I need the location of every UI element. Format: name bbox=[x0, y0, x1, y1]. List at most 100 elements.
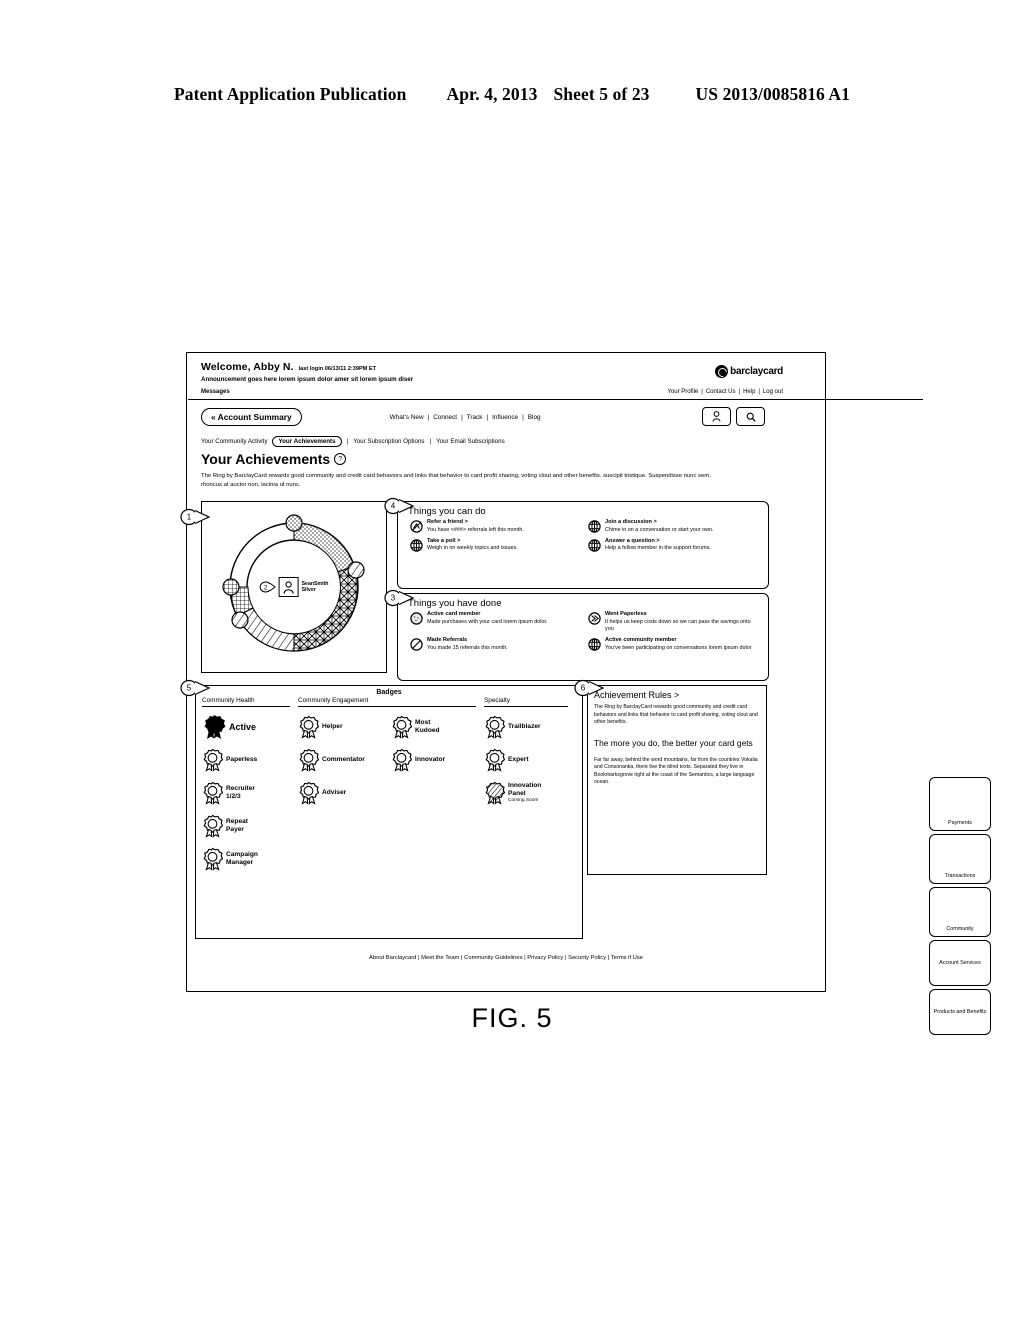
list-item[interactable]: Take a poll > Weigh in on weekly topics … bbox=[410, 538, 582, 553]
column-header: Community Health bbox=[202, 697, 290, 707]
account-summary-button[interactable]: « Account Summary bbox=[201, 408, 302, 426]
badge-item[interactable]: Paperless bbox=[202, 747, 298, 773]
list-item[interactable]: Made Referrals You made 15 referrals thi… bbox=[410, 637, 582, 652]
list-item[interactable]: Went Paperless It helps us keep costs do… bbox=[588, 611, 760, 633]
engagement-col-a: Helper Commentator Adviser bbox=[298, 707, 391, 806]
achievement-ring[interactable]: 2 SeanSmith Silver bbox=[208, 508, 380, 666]
sep: | bbox=[738, 389, 741, 395]
footer-link-community-guidelines[interactable]: Community Guidelines bbox=[464, 955, 522, 961]
list-item[interactable]: Active card member Made purchases with y… bbox=[410, 611, 582, 633]
link-your-profile[interactable]: Your Profile bbox=[667, 389, 698, 395]
sidebar-item-label: Payments bbox=[948, 819, 972, 826]
column-header: Community Engagement bbox=[298, 697, 476, 707]
sep: | bbox=[429, 438, 432, 445]
nav-blog[interactable]: Blog bbox=[528, 414, 541, 421]
list-item-text: Went Paperless It helps us keep costs do… bbox=[605, 611, 760, 633]
achievement-rules-subhead: The more you do, the better your card ge… bbox=[594, 737, 753, 748]
footer-link-privacy-policy[interactable]: Privacy Policy bbox=[527, 955, 563, 961]
footer-link-security-policy[interactable]: Security Policy bbox=[568, 955, 606, 961]
badge-item[interactable]: Trailblazer bbox=[484, 714, 576, 740]
messages-link[interactable]: Messages bbox=[201, 389, 230, 395]
barclaycard-logo: barclaycard bbox=[715, 365, 783, 378]
ribbon-icon bbox=[203, 781, 223, 805]
list-item-text: Active card member Made purchases with y… bbox=[427, 611, 547, 633]
last-login-text: last login 06/13/11 2:39PM ET bbox=[298, 366, 377, 372]
badge-item[interactable]: Repeat Payer bbox=[202, 813, 298, 839]
subnav-your-subscription-options[interactable]: Your Subscription Options bbox=[353, 438, 424, 445]
badge-label: Innovation Panel Coming Soon! bbox=[508, 782, 541, 804]
things-you-can-do-list: Refer a friend > You have <###> referral… bbox=[398, 519, 768, 553]
list-item[interactable]: Answer a question > Help a fellow member… bbox=[588, 538, 760, 553]
ribbon-icon bbox=[203, 748, 223, 772]
ribbon-icon bbox=[299, 715, 319, 739]
link-log-out[interactable]: Log out bbox=[763, 389, 783, 395]
link-contact-us[interactable]: Contact Us bbox=[706, 389, 736, 395]
profile-icon-button[interactable] bbox=[702, 407, 731, 426]
badge-label: Commentator bbox=[322, 756, 365, 764]
list-item-text: Take a poll > Weigh in on weekly topics … bbox=[427, 538, 518, 553]
list-item-text: Refer a friend > You have <###> referral… bbox=[427, 519, 524, 534]
badge-item[interactable]: Active bbox=[202, 714, 298, 740]
item-title: Answer a question > bbox=[605, 537, 660, 544]
nav-connect[interactable]: Connect bbox=[433, 414, 457, 421]
chevron-circle-icon bbox=[588, 612, 601, 625]
sep: | bbox=[522, 413, 524, 421]
announcement-text: Announcement goes here lorem ipsum dolor… bbox=[201, 376, 414, 383]
page-title-text: Your Achievements bbox=[201, 451, 331, 467]
item-title: Refer a friend > bbox=[427, 519, 468, 525]
badge-item[interactable]: Recruiter 1/2/3 bbox=[202, 780, 298, 806]
question-mark-icon[interactable]: ? bbox=[334, 453, 347, 465]
list-item[interactable]: Refer a friend > You have <###> referral… bbox=[410, 519, 582, 534]
list-item[interactable]: Join a discussion > Chime in on a conver… bbox=[588, 519, 760, 534]
subnav-your-community-activity[interactable]: Your Community Activity bbox=[201, 438, 267, 445]
footer-link-about[interactable]: About Barclaycard bbox=[369, 955, 416, 961]
things-you-can-do-panel: Things you can do Refer a friend > You h… bbox=[397, 501, 769, 589]
badge-item[interactable]: Expert bbox=[484, 747, 576, 773]
footer-link-terms-of-use[interactable]: Terms if Use bbox=[611, 955, 643, 961]
sidebar-item-payments[interactable]: Payments bbox=[929, 777, 991, 831]
list-item[interactable]: Active community member You've been part… bbox=[588, 637, 760, 652]
badge-item[interactable]: Commentator bbox=[298, 747, 391, 773]
link-help[interactable]: Help bbox=[743, 389, 755, 395]
search-icon-button[interactable] bbox=[736, 407, 765, 426]
ribbon-icon bbox=[203, 814, 223, 838]
ring-member-name: SeanSmith bbox=[301, 580, 329, 587]
sidebar-item-account-services[interactable]: Account Services bbox=[929, 940, 991, 986]
sidebar-item-transactions[interactable]: Transactions bbox=[929, 834, 991, 884]
badge-label: Campaign Manager bbox=[226, 851, 258, 867]
brand-wordmark: barclaycard bbox=[730, 366, 783, 377]
badge-item[interactable]: Helper bbox=[298, 714, 391, 740]
list-item-text: Made Referrals You made 15 referrals thi… bbox=[427, 637, 508, 652]
badge-item[interactable]: Innovation Panel Coming Soon! bbox=[484, 780, 576, 806]
nav-track[interactable]: Track bbox=[467, 414, 483, 421]
patent-publication-number: US 2013/0085816 A1 bbox=[695, 84, 850, 104]
nav-influence[interactable]: Influence bbox=[492, 414, 518, 421]
footer-link-meet-the-team[interactable]: Meet the Team bbox=[421, 955, 459, 961]
welcome-greeting: Welcome, Abby N. bbox=[201, 361, 294, 373]
header-icon-buttons bbox=[702, 407, 765, 426]
list-item-text: Join a discussion > Chime in on a conver… bbox=[605, 519, 713, 534]
callout-4: 4 bbox=[384, 497, 415, 515]
svg-text:1: 1 bbox=[187, 513, 192, 522]
callout-6: 6 bbox=[574, 679, 605, 697]
sidebar-item-community[interactable]: Community bbox=[929, 887, 991, 937]
achievement-rules-title[interactable]: Achievement Rules > bbox=[594, 690, 760, 700]
badges-columns: Community Health Active Paperless Recrui… bbox=[196, 697, 582, 872]
subnav-your-email-subscriptions[interactable]: Your Email Subscriptions bbox=[436, 438, 505, 445]
subnav-your-achievements[interactable]: Your Achievements bbox=[272, 436, 342, 447]
badge-item[interactable]: Campaign Manager bbox=[202, 846, 298, 872]
item-title: Active card member bbox=[427, 611, 481, 617]
globe-icon bbox=[410, 539, 423, 552]
item-body: Weigh in on weekly topics and issues. bbox=[427, 545, 518, 552]
ribbon-icon bbox=[485, 748, 505, 772]
sep: | bbox=[701, 389, 703, 395]
things-you-have-done-list: Active card member Made purchases with y… bbox=[398, 611, 768, 652]
sub-navigation: Your Community Activity Your Achievement… bbox=[201, 436, 783, 447]
sep: | bbox=[461, 955, 463, 961]
badge-item[interactable]: Most Kudoed bbox=[391, 714, 484, 740]
badge-item[interactable]: Innovator bbox=[391, 747, 484, 773]
page-intro-text: The Ring by BarclayCard rewards good com… bbox=[201, 473, 711, 488]
nav-whats-new[interactable]: What's New bbox=[390, 414, 424, 421]
list-item-text: Active community member You've been part… bbox=[605, 637, 751, 652]
badge-item[interactable]: Adviser bbox=[298, 780, 391, 806]
